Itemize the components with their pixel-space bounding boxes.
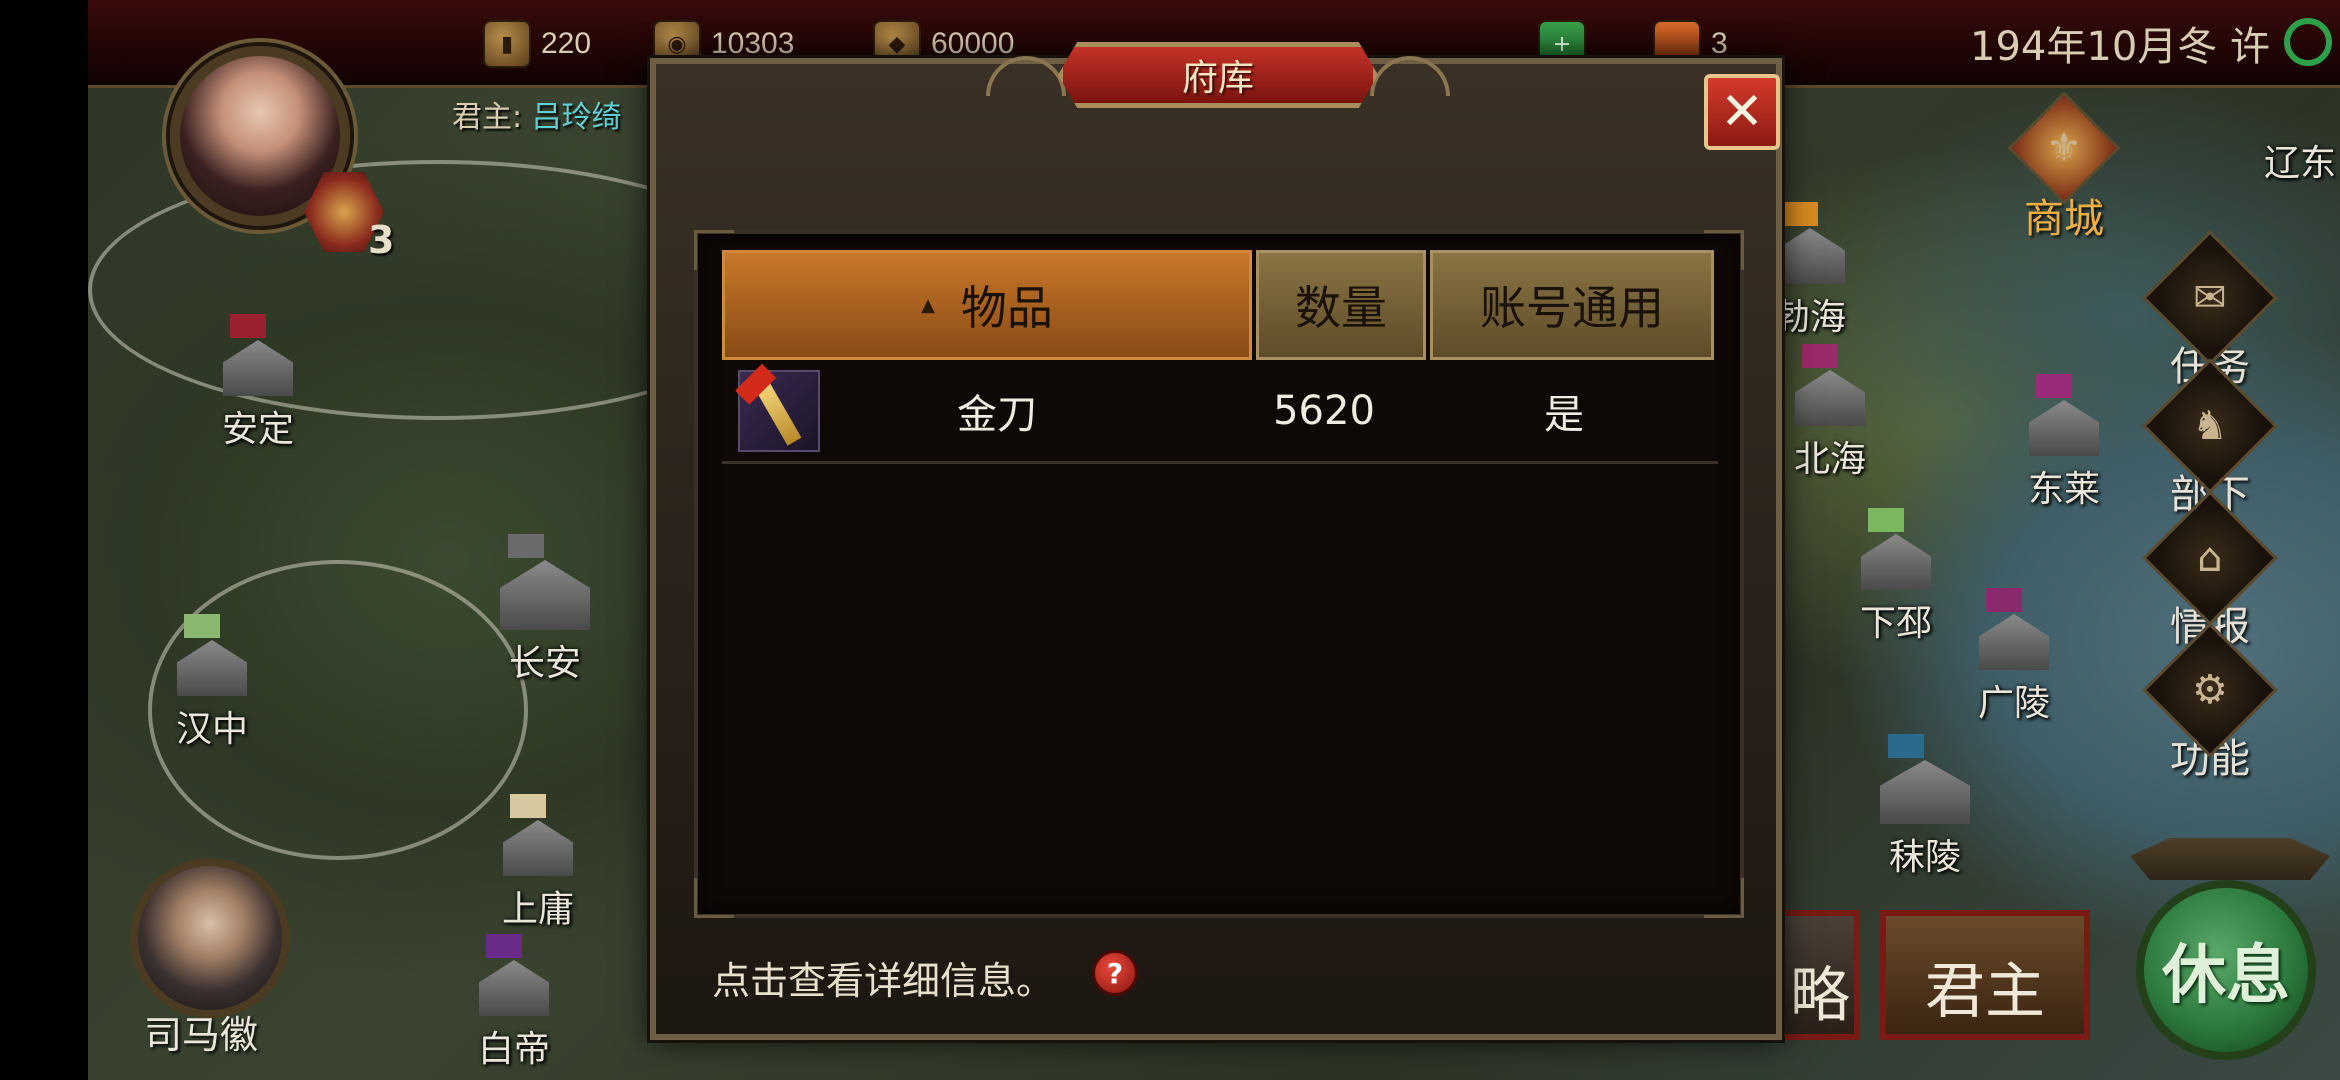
hint-text: 点击查看详细信息。 (712, 959, 1055, 1003)
corner-ornament (694, 878, 734, 918)
item-table: ▲ 物品 数量 账号通用 金刀 5620 是 (722, 250, 1718, 464)
corner-ornament (1704, 878, 1744, 918)
signal-icon (2284, 18, 2332, 66)
city-label: 北海 (1794, 439, 1867, 480)
city-flag (1986, 588, 2022, 612)
city-label: 上庸 (502, 889, 575, 930)
close-icon: ✕ (1720, 82, 1764, 142)
resource-value: 60000 (931, 27, 1015, 60)
city-icon (177, 640, 247, 696)
city-flag (510, 794, 546, 818)
table-row[interactable]: 金刀 5620 是 (722, 360, 1718, 464)
warehouse-dialog: 府库 ✕ ▲ 物品 数量 账号通用 金刀 5620 是 (650, 42, 1782, 1040)
city-flag (486, 934, 522, 958)
item-account-shared: 是 (1544, 391, 1584, 438)
game-date: 194年10月冬 许 (1970, 24, 2270, 70)
column-header-quantity[interactable]: 数量 (1256, 250, 1426, 360)
title-ornament (986, 56, 1066, 96)
column-label: 物品 (960, 281, 1053, 335)
golden-blade-icon (735, 363, 820, 452)
city-flag (184, 614, 220, 638)
resource-wood[interactable]: ▮ 220 (483, 16, 591, 72)
city-flag (1782, 202, 1818, 226)
lord-name-label: 君主: 吕玲绮 (452, 92, 622, 136)
side-glyph: ⚙ (2192, 666, 2228, 713)
city-icon (2029, 400, 2099, 456)
city-flag (1888, 734, 1924, 758)
left-black-bar (0, 0, 88, 1080)
advisor-avatar[interactable] (130, 858, 290, 1018)
city-label: 白帝 (478, 1029, 551, 1070)
lord-label: 君主: (452, 100, 532, 135)
shop-button[interactable]: ⚜ 商城 (2004, 91, 2124, 244)
seal-count: 3 (368, 218, 395, 262)
item-list-panel: ▲ 物品 数量 账号通用 金刀 5620 是 (694, 230, 1744, 918)
city-label: 汉中 (176, 709, 249, 750)
city-label: 东莱 (2028, 469, 2101, 510)
city-changan[interactable]: 长安 (500, 534, 590, 686)
city-anding[interactable]: 安定 (222, 314, 295, 452)
city-icon (1861, 534, 1931, 590)
lord-button[interactable]: 君主 (1880, 910, 2090, 1040)
table-header: ▲ 物品 数量 账号通用 (722, 250, 1718, 360)
city-flag (508, 534, 544, 558)
city-bohai[interactable]: 勃海 (1774, 202, 1847, 340)
sort-up-icon: ▲ (921, 294, 935, 316)
strategy-label: 略 (1790, 961, 1850, 1031)
city-baidi[interactable]: 白帝 (478, 934, 551, 1072)
city-shangyong[interactable]: 上庸 (502, 794, 575, 932)
city-icon (503, 820, 573, 876)
city-flag (1802, 344, 1838, 368)
city-donglai[interactable]: 东莱 (2028, 374, 2101, 512)
title-ornament (1370, 56, 1450, 96)
city-icon (500, 560, 590, 630)
dialog-title: 府库 (1181, 58, 1254, 99)
rest-label: 休息 (2162, 939, 2290, 1013)
column-header-item[interactable]: ▲ 物品 (722, 250, 1252, 360)
city-beihai[interactable]: 北海 (1794, 344, 1867, 482)
city-icon (1795, 370, 1865, 426)
city-xiapi[interactable]: 下邳 (1860, 508, 1933, 646)
rest-button[interactable]: 休息 (2136, 880, 2316, 1060)
column-label: 账号通用 (1480, 281, 1664, 335)
city-label: 长安 (508, 643, 581, 684)
city-icon (1979, 614, 2049, 670)
city-guangling[interactable]: 广陵 (1978, 588, 2051, 726)
side-glyph: ⌂ (2197, 534, 2223, 581)
item-name: 金刀 (957, 391, 1037, 438)
city-label: 辽东 (2264, 143, 2337, 184)
city-flag (2036, 374, 2072, 398)
side-glyph: ✉ (2193, 274, 2227, 321)
lord-button-label: 君主 (1925, 957, 2045, 1027)
city-label: 安定 (222, 409, 295, 450)
city-label: 秣陵 (1888, 837, 1961, 878)
close-button[interactable]: ✕ (1704, 74, 1780, 150)
city-icon (1880, 760, 1970, 824)
column-label: 数量 (1295, 281, 1387, 335)
help-glyph: ? (1106, 956, 1124, 990)
city-label: 勃海 (1774, 297, 1847, 338)
resource-value: 3 (1711, 27, 1728, 60)
city-flag (1868, 508, 1904, 532)
help-icon[interactable]: ? (1092, 950, 1138, 996)
advisor-name: 司马徽 (144, 1013, 259, 1057)
resource-value: 220 (541, 27, 592, 60)
city-icon (223, 340, 293, 396)
side-glyph: ♞ (2192, 402, 2228, 449)
city-moling[interactable]: 秣陵 (1880, 734, 1970, 880)
wood-icon: ▮ (483, 20, 531, 68)
city-label: 广陵 (1978, 683, 2051, 724)
column-header-account-shared[interactable]: 账号通用 (1430, 250, 1714, 360)
city-icon (1775, 228, 1845, 284)
item-quantity: 5620 (1273, 387, 1375, 434)
city-label: 下邳 (1860, 603, 1933, 644)
dialog-title-plate: 府库 (1058, 42, 1378, 108)
city-hanzhong[interactable]: 汉中 (176, 614, 249, 752)
city-liaodong[interactable]: 辽东 (2264, 130, 2336, 186)
resource-value: 10303 (711, 27, 795, 60)
lord-name: 吕玲绮 (531, 100, 622, 135)
side-item-functions[interactable]: ⚙ 功能 (2142, 622, 2278, 784)
city-icon (479, 960, 549, 1016)
city-flag (230, 314, 266, 338)
